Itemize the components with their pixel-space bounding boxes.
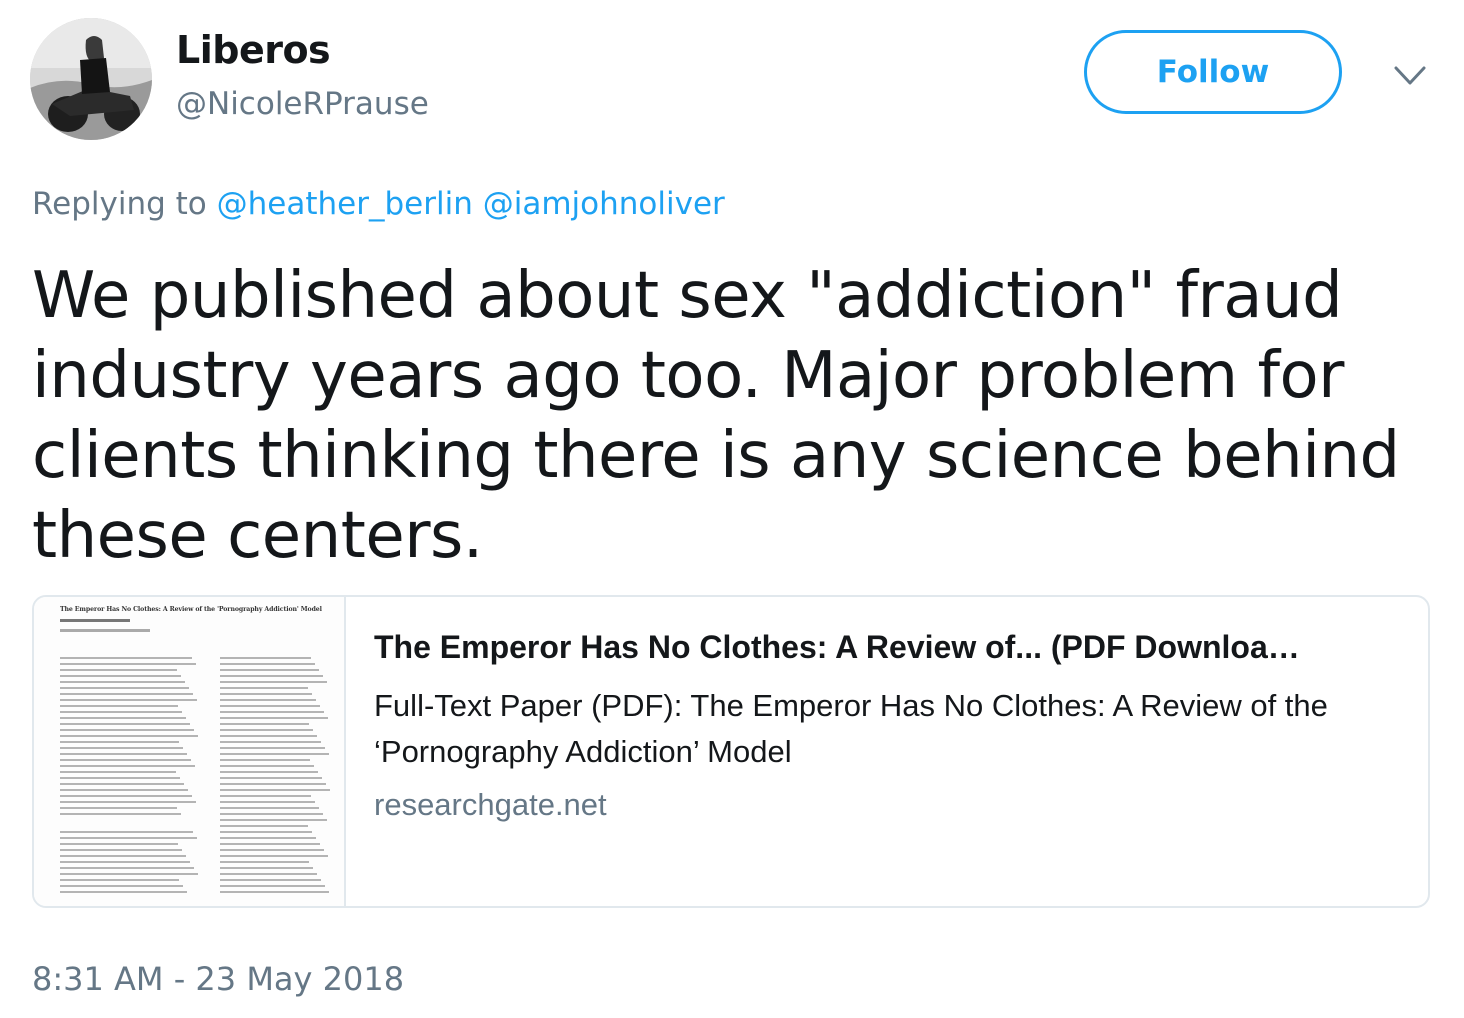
thumbnail-text-line bbox=[220, 747, 325, 749]
thumbnail-text-line bbox=[220, 693, 312, 695]
mention-link[interactable]: @heather_berlin bbox=[217, 186, 473, 222]
thumbnail-text-line bbox=[220, 891, 329, 893]
thumbnail-text-line bbox=[60, 723, 190, 725]
thumbnail-text-line bbox=[60, 879, 179, 881]
thumbnail-text-line bbox=[220, 795, 311, 797]
thumbnail-text-line bbox=[60, 861, 190, 863]
thumbnail-text-line bbox=[220, 705, 320, 707]
thumbnail-text-line bbox=[220, 771, 318, 773]
thumbnail-text-line bbox=[220, 819, 327, 821]
thumbnail-text-line bbox=[60, 729, 194, 731]
follow-button[interactable]: Follow bbox=[1084, 30, 1342, 114]
thumbnail-text-line bbox=[220, 831, 312, 833]
thumbnail-text-line bbox=[60, 771, 176, 773]
thumbnail-text-line bbox=[60, 675, 181, 677]
thumbnail-text-line bbox=[60, 837, 197, 839]
thumbnail-text-line bbox=[220, 855, 328, 857]
thumbnail-title: The Emperor Has No Clothes: A Review of … bbox=[60, 606, 323, 613]
thumbnail-text-line bbox=[220, 657, 311, 659]
thumbnail-text-line bbox=[220, 699, 316, 701]
thumbnail-text-line bbox=[220, 741, 321, 743]
thumbnail-text-line bbox=[220, 669, 319, 671]
thumbnail-text-line bbox=[220, 825, 308, 827]
thumbnail-text-line bbox=[220, 867, 313, 869]
thumbnail-text-line bbox=[60, 777, 180, 779]
thumbnail-text-line bbox=[60, 789, 188, 791]
thumbnail-text-line bbox=[60, 831, 193, 833]
card-title[interactable]: The Emperor Has No Clothes: A Review of.… bbox=[374, 629, 1404, 666]
thumbnail-text-line bbox=[60, 795, 192, 797]
thumbnail-text-line bbox=[60, 873, 198, 875]
tweet-text: We published about sex "addiction" fraud… bbox=[32, 259, 1400, 573]
thumbnail-text-line bbox=[60, 813, 181, 815]
thumbnail-text-line bbox=[220, 873, 317, 875]
thumbnail-text-line bbox=[220, 885, 325, 887]
thumbnail-text-line bbox=[60, 891, 187, 893]
thumbnail-text-line bbox=[220, 879, 321, 881]
thumbnail-text-line bbox=[220, 711, 324, 713]
thumbnail-text-line bbox=[60, 753, 187, 755]
thumbnail-text-line bbox=[220, 753, 329, 755]
display-name[interactable]: Liberos bbox=[176, 28, 331, 72]
user-handle[interactable]: @NicoleRPrause bbox=[176, 86, 429, 122]
thumbnail-text-line bbox=[60, 747, 183, 749]
thumbnail-text-line bbox=[220, 723, 309, 725]
pdf-page-thumbnail: The Emperor Has No Clothes: A Review of … bbox=[60, 606, 330, 893]
thumbnail-text-line bbox=[220, 765, 314, 767]
thumbnail-text-line bbox=[60, 765, 195, 767]
thumbnail-text-line bbox=[60, 885, 183, 887]
thumbnail-text-line bbox=[60, 681, 185, 683]
thumbnail-text-line bbox=[60, 849, 182, 851]
thumbnail-text-line bbox=[60, 669, 177, 671]
thumbnail-text-line bbox=[220, 807, 319, 809]
card-thumbnail: The Emperor Has No Clothes: A Review of … bbox=[34, 597, 346, 906]
replying-to-line: Replying to @heather_berlin @iamjohnoliv… bbox=[32, 186, 725, 222]
thumbnail-text-line bbox=[60, 741, 179, 743]
thumbnail-text-line bbox=[220, 675, 323, 677]
mention-link[interactable]: @iamjohnoliver bbox=[483, 186, 725, 222]
card-domain: researchgate.net bbox=[374, 787, 607, 822]
thumbnail-text-line bbox=[220, 735, 317, 737]
thumbnail-text-line bbox=[60, 693, 193, 695]
thumbnail-text-line bbox=[220, 681, 327, 683]
thumbnail-text-line bbox=[60, 783, 184, 785]
thumbnail-text-line bbox=[60, 759, 191, 761]
thumbnail-text-line bbox=[220, 837, 316, 839]
thumbnail-text-line bbox=[220, 729, 313, 731]
thumbnail-text-line bbox=[220, 801, 315, 803]
thumbnail-text-line bbox=[220, 843, 320, 845]
thumbnail-text-line bbox=[60, 717, 186, 719]
timestamp[interactable]: 8:31 AM - 23 May 2018 bbox=[32, 960, 404, 998]
replying-to-label: Replying to bbox=[32, 186, 207, 222]
thumbnail-text-line bbox=[220, 849, 324, 851]
link-card[interactable]: The Emperor Has No Clothes: A Review of … bbox=[32, 595, 1430, 908]
chevron-down-icon[interactable] bbox=[1390, 58, 1430, 94]
avatar-image bbox=[30, 18, 152, 140]
thumbnail-text-line bbox=[220, 813, 323, 815]
thumbnail-text-line bbox=[220, 663, 315, 665]
thumbnail-text-line bbox=[60, 807, 177, 809]
thumbnail-text-line bbox=[220, 717, 328, 719]
thumbnail-text-line bbox=[220, 777, 322, 779]
thumbnail-text-line bbox=[220, 861, 309, 863]
thumbnail-text-line bbox=[60, 699, 197, 701]
card-description: Full-Text Paper (PDF): The Emperor Has N… bbox=[374, 688, 1328, 769]
thumbnail-text-line bbox=[60, 711, 182, 713]
thumbnail-text-line bbox=[60, 855, 186, 857]
thumbnail-text-line bbox=[60, 687, 189, 689]
thumbnail-text-line bbox=[220, 687, 308, 689]
thumbnail-text-line bbox=[220, 759, 310, 761]
thumbnail-text-line bbox=[220, 783, 326, 785]
thumbnail-text-line bbox=[60, 735, 198, 737]
thumbnail-text-line bbox=[60, 663, 196, 665]
thumbnail-text-line bbox=[220, 789, 330, 791]
thumbnail-text-line bbox=[60, 657, 192, 659]
thumbnail-text-line bbox=[60, 705, 178, 707]
thumbnail-text-line bbox=[60, 843, 178, 845]
thumbnail-text-line bbox=[60, 801, 196, 803]
avatar[interactable] bbox=[30, 18, 152, 140]
thumbnail-text-line bbox=[60, 867, 194, 869]
